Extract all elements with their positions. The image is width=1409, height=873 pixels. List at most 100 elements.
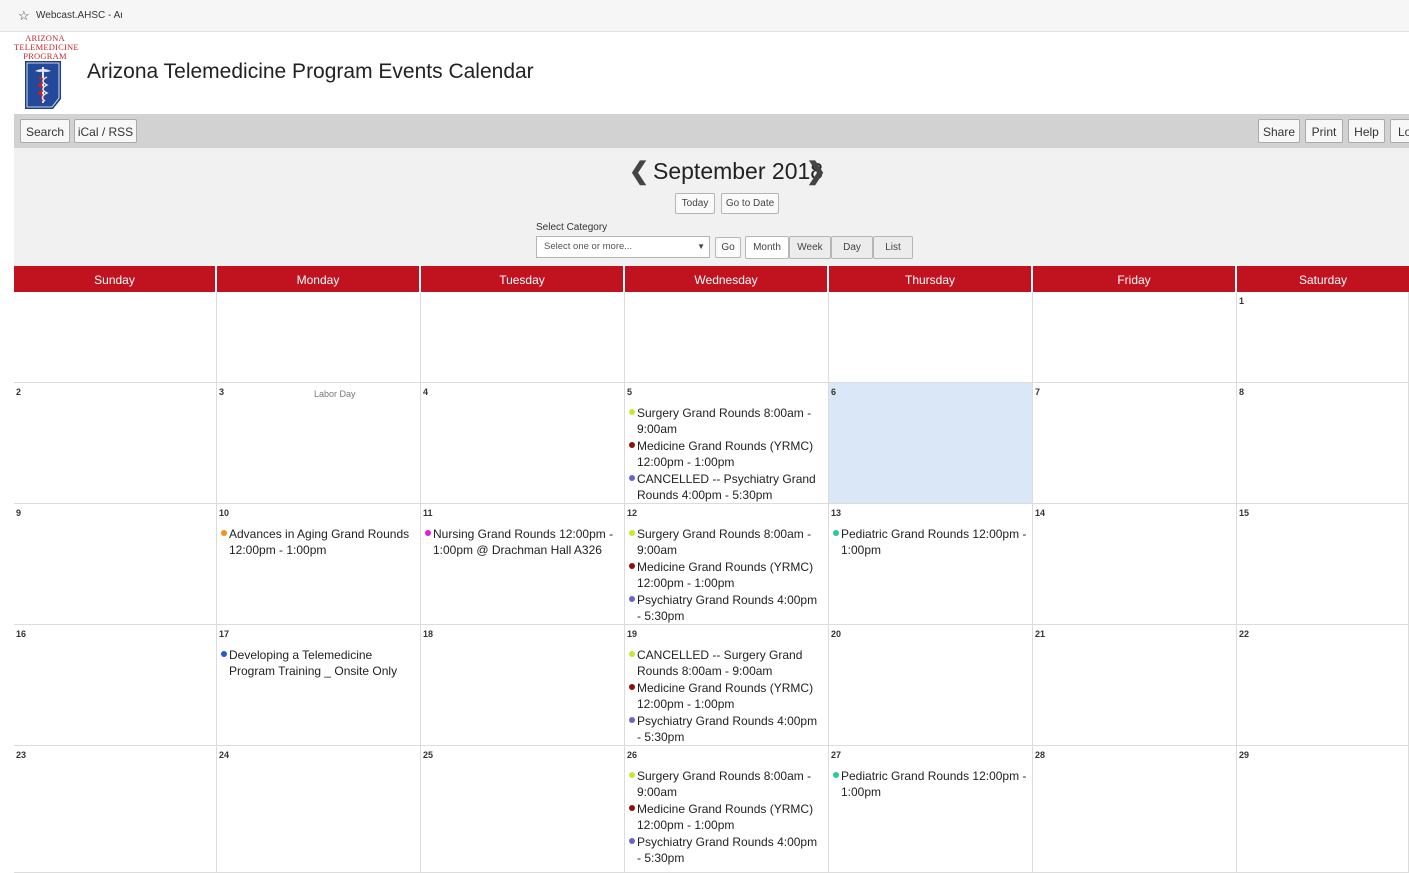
calendar-day-cell[interactable]: 12 Surgery Grand Rounds 8:00am - 9:00am Me… — [625, 504, 829, 625]
event-link[interactable]: Advances in Aging Grand Rounds 12:00pm -… — [219, 526, 416, 558]
login-button[interactable]: Lo — [1390, 119, 1409, 143]
day-number[interactable]: 10 — [219, 508, 229, 518]
day-number[interactable]: 4 — [423, 387, 428, 397]
event-link[interactable]: Medicine Grand Rounds (YRMC) 12:00pm - 1… — [627, 801, 824, 833]
calendar-day-cell[interactable]: 4 — [421, 383, 625, 504]
calendar-day-cell[interactable]: 24 — [217, 746, 421, 873]
calendar-day-cell[interactable]: 21 — [1033, 625, 1237, 746]
calendar-day-cell[interactable]: 25 — [421, 746, 625, 873]
calendar-day-cell[interactable]: 15 — [1237, 504, 1409, 625]
view-day-tab[interactable]: Day — [831, 236, 873, 259]
event-title[interactable]: Medicine Grand Rounds (YRMC) 12:00pm - 1… — [637, 802, 813, 832]
day-number[interactable]: 29 — [1239, 750, 1249, 760]
day-number[interactable]: 12 — [627, 508, 637, 518]
event-title[interactable]: Pediatric Grand Rounds 12:00pm - 1:00pm — [841, 769, 1026, 799]
calendar-day-cell[interactable]: 18 — [421, 625, 625, 746]
calendar-day-cell[interactable]: 8 — [1237, 383, 1409, 504]
day-number[interactable]: 13 — [831, 508, 841, 518]
event-title[interactable]: Nursing Grand Rounds 12:00pm - 1:00pm @ … — [433, 527, 613, 557]
calendar-day-cell[interactable]: 1 — [1237, 292, 1409, 383]
calendar-day-cell[interactable] — [1033, 292, 1237, 383]
day-number[interactable]: 15 — [1239, 508, 1249, 518]
day-number[interactable]: 27 — [831, 750, 841, 760]
event-link[interactable]: Psychiatry Grand Rounds 4:00pm - 5:30pm — [627, 834, 824, 866]
day-number[interactable]: 1 — [1239, 296, 1244, 306]
calendar-day-cell[interactable]: 2 — [14, 383, 217, 504]
arizona-telemedicine-logo[interactable]: ARIZONA TELEMEDICINE PROGRAM — [14, 32, 79, 112]
day-number[interactable]: 9 — [16, 508, 21, 518]
day-number[interactable]: 5 — [627, 387, 632, 397]
event-link[interactable]: Psychiatry Grand Rounds 4:00pm - 5:30pm — [627, 713, 824, 745]
day-number[interactable]: 25 — [423, 750, 433, 760]
day-number[interactable]: 14 — [1035, 508, 1045, 518]
event-link[interactable]: Pediatric Grand Rounds 12:00pm - 1:00pm — [831, 768, 1028, 800]
calendar-day-cell[interactable]: 20 — [829, 625, 1033, 746]
next-month-icon[interactable]: ❯ — [806, 160, 826, 184]
event-link[interactable]: Pediatric Grand Rounds 12:00pm - 1:00pm — [831, 526, 1028, 558]
event-link[interactable]: Developing a Telemedicine Program Traini… — [219, 647, 416, 679]
event-title[interactable]: Psychiatry Grand Rounds 4:00pm - 5:30pm — [637, 835, 817, 865]
go-to-date-button[interactable]: Go to Date — [721, 193, 779, 214]
event-title[interactable]: Pediatric Grand Rounds 12:00pm - 1:00pm — [841, 527, 1026, 557]
event-link[interactable]: Surgery Grand Rounds 8:00am - 9:00am — [627, 405, 824, 437]
event-link[interactable]: Surgery Grand Rounds 8:00am - 9:00am — [627, 526, 824, 558]
calendar-day-cell[interactable]: 11 Nursing Grand Rounds 12:00pm - 1:00pm … — [421, 504, 625, 625]
day-number[interactable]: 3 — [219, 387, 224, 397]
event-title[interactable]: Medicine Grand Rounds (YRMC) 12:00pm - 1… — [637, 439, 813, 469]
calendar-day-cell[interactable]: 27 Pediatric Grand Rounds 12:00pm - 1:00p… — [829, 746, 1033, 873]
calendar-day-cell[interactable]: 19 CANCELLED -- Surgery Grand Rounds 8:00… — [625, 625, 829, 746]
event-title[interactable]: Medicine Grand Rounds (YRMC) 12:00pm - 1… — [637, 560, 813, 590]
calendar-day-cell[interactable] — [625, 292, 829, 383]
day-number[interactable]: 16 — [16, 629, 26, 639]
event-link[interactable]: Surgery Grand Rounds 8:00am - 9:00am — [627, 768, 824, 800]
calendar-day-cell[interactable] — [421, 292, 625, 383]
star-icon[interactable]: ☆ — [18, 8, 30, 24]
event-title[interactable]: Surgery Grand Rounds 8:00am - 9:00am — [637, 769, 811, 799]
view-list-tab[interactable]: List — [873, 236, 913, 259]
event-link[interactable]: Medicine Grand Rounds (YRMC) 12:00pm - 1… — [627, 438, 824, 470]
event-title[interactable]: Psychiatry Grand Rounds 4:00pm - 5:30pm — [637, 714, 817, 744]
day-number[interactable]: 21 — [1035, 629, 1045, 639]
calendar-day-cell[interactable]: 14 — [1033, 504, 1237, 625]
calendar-day-cell[interactable] — [829, 292, 1033, 383]
event-link[interactable]: CANCELLED -- Psychiatry Grand Rounds 4:0… — [627, 471, 824, 503]
calendar-day-cell[interactable] — [217, 292, 421, 383]
event-link[interactable]: Medicine Grand Rounds (YRMC) 12:00pm - 1… — [627, 680, 824, 712]
day-number[interactable]: 17 — [219, 629, 229, 639]
day-number[interactable]: 22 — [1239, 629, 1249, 639]
day-number[interactable]: 7 — [1035, 387, 1040, 397]
event-title[interactable]: Advances in Aging Grand Rounds 12:00pm -… — [229, 527, 409, 557]
today-button[interactable]: Today — [675, 193, 715, 214]
day-number[interactable]: 18 — [423, 629, 433, 639]
day-number[interactable]: 11 — [423, 508, 433, 518]
day-number[interactable]: 6 — [831, 387, 836, 397]
calendar-day-cell[interactable]: 17 Developing a Telemedicine Program Trai… — [217, 625, 421, 746]
event-link[interactable]: Nursing Grand Rounds 12:00pm - 1:00pm @ … — [423, 526, 620, 558]
day-number[interactable]: 23 — [16, 750, 26, 760]
calendar-day-cell[interactable]: 9 — [14, 504, 217, 625]
event-title[interactable]: CANCELLED -- Surgery Grand Rounds 8:00am… — [637, 648, 802, 678]
view-week-tab[interactable]: Week — [789, 236, 831, 259]
day-number[interactable]: 28 — [1035, 750, 1045, 760]
help-button[interactable]: Help — [1348, 119, 1385, 143]
event-title[interactable]: CANCELLED -- Psychiatry Grand Rounds 4:0… — [637, 472, 816, 502]
calendar-day-cell[interactable]: 28 — [1033, 746, 1237, 873]
day-number[interactable]: 26 — [627, 750, 637, 760]
day-number[interactable]: 2 — [16, 387, 21, 397]
search-button[interactable]: Search — [20, 119, 70, 143]
print-button[interactable]: Print — [1305, 119, 1343, 143]
day-number[interactable]: 8 — [1239, 387, 1244, 397]
calendar-day-cell[interactable]: 16 — [14, 625, 217, 746]
calendar-day-cell[interactable]: 3 Labor Day — [217, 383, 421, 504]
share-button[interactable]: Share — [1258, 119, 1300, 143]
day-number[interactable]: 20 — [831, 629, 841, 639]
calendar-day-cell[interactable] — [14, 292, 217, 383]
day-number[interactable]: 24 — [219, 750, 229, 760]
event-link[interactable]: CANCELLED -- Surgery Grand Rounds 8:00am… — [627, 647, 824, 679]
calendar-day-cell[interactable]: 13 Pediatric Grand Rounds 12:00pm - 1:00p… — [829, 504, 1033, 625]
event-link[interactable]: Psychiatry Grand Rounds 4:00pm - 5:30pm — [627, 592, 824, 624]
event-title[interactable]: Medicine Grand Rounds (YRMC) 12:00pm - 1… — [637, 681, 813, 711]
calendar-day-cell[interactable]: 5 Surgery Grand Rounds 8:00am - 9:00am Med… — [625, 383, 829, 504]
calendar-day-cell[interactable]: 23 — [14, 746, 217, 873]
day-number[interactable]: 19 — [627, 629, 637, 639]
